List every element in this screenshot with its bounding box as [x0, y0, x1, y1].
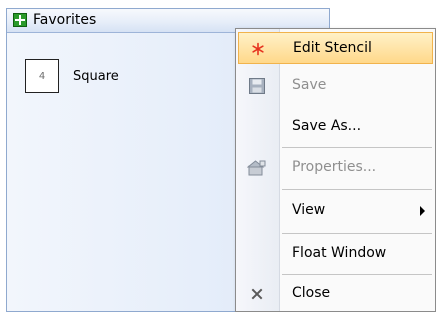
close-icon — [246, 284, 268, 304]
page: Favorites 4 Square Edit Stencil Save Sav… — [0, 0, 436, 312]
menu-separator — [282, 189, 432, 190]
menu-item-close[interactable]: Close — [238, 278, 433, 310]
shape-thumb-text: 4 — [38, 70, 46, 82]
menu-label-save-as: Save As... — [292, 118, 362, 134]
floppy-disk-icon — [246, 76, 268, 96]
context-menu: Edit Stencil Save Save As... Properties.… — [235, 28, 436, 312]
shape-item-square[interactable]: 4 Square — [25, 59, 119, 93]
menu-item-view[interactable]: View — [238, 195, 433, 227]
menu-label-float-window: Float Window — [292, 245, 387, 261]
menu-label-save: Save — [292, 77, 327, 93]
menu-label-view: View — [292, 202, 326, 218]
menu-item-save[interactable]: Save — [238, 70, 433, 102]
shape-label: Square — [73, 68, 119, 84]
menu-separator — [282, 274, 432, 275]
asterisk-icon — [247, 39, 269, 59]
menu-label-close: Close — [292, 285, 331, 301]
submenu-arrow-icon — [420, 206, 425, 216]
stencil-grid-icon — [13, 13, 27, 27]
menu-item-float-window[interactable]: Float Window — [238, 238, 433, 270]
menu-separator — [282, 233, 432, 234]
menu-item-properties[interactable]: Properties... — [238, 152, 433, 184]
menu-separator — [282, 147, 432, 148]
menu-item-edit-stencil[interactable]: Edit Stencil — [238, 32, 433, 64]
properties-icon — [246, 158, 268, 178]
square-shape-thumbnail: 4 — [25, 59, 59, 93]
stencil-title: Favorites — [33, 12, 97, 28]
menu-item-save-as[interactable]: Save As... — [238, 111, 433, 143]
menu-label-edit-stencil: Edit Stencil — [293, 40, 372, 56]
menu-label-properties: Properties... — [292, 159, 377, 175]
